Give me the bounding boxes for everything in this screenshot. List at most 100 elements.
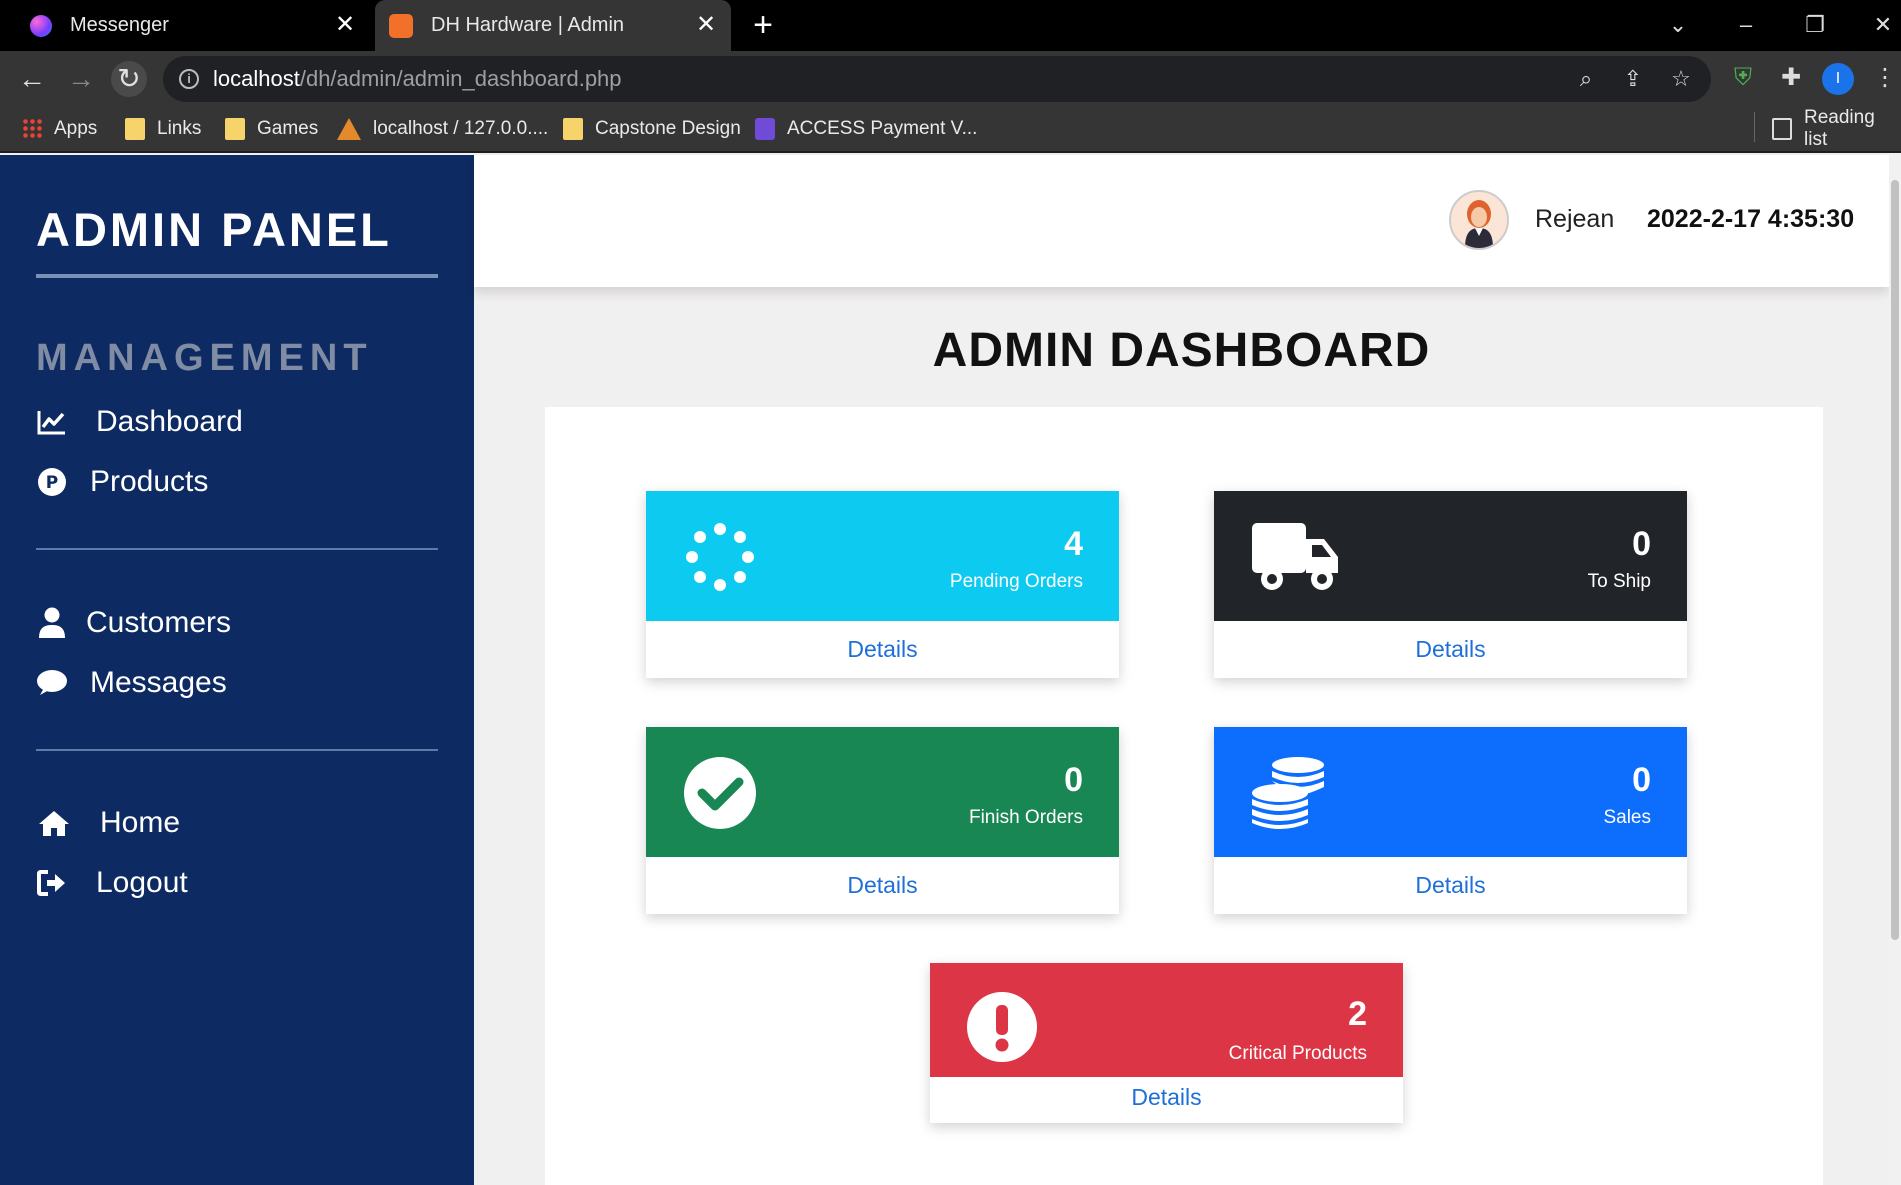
sidebar-item-customers[interactable]: Customers [36, 601, 231, 645]
sidebar-item-label: Products [90, 465, 209, 498]
tab-title: DH Hardware | Admin [431, 14, 625, 36]
tab-search-icon[interactable]: ⌄ [1658, 8, 1698, 42]
card-count: 4 [1064, 525, 1083, 563]
folder-icon [125, 118, 145, 140]
xampp-icon [389, 13, 413, 38]
divider [36, 749, 438, 751]
sidebar-item-dashboard[interactable]: Dashboard [36, 400, 243, 444]
main-content: Rejean 2022-2-17 4:35:30 ADMIN DASHBOARD… [474, 155, 1901, 1185]
details-link[interactable]: Details [646, 857, 1119, 914]
shield-extension-icon[interactable]: ⛨ [1726, 61, 1760, 95]
minimize-icon[interactable]: – [1726, 8, 1766, 42]
details-link[interactable]: Details [1214, 857, 1687, 914]
username: Rejean [1535, 205, 1615, 233]
messenger-icon [30, 14, 52, 37]
sidebar-item-label: Dashboard [96, 405, 243, 438]
exclamation-circle-icon [967, 992, 1037, 1062]
sidebar-item-label: Customers [86, 606, 232, 639]
card-header: 4 Pending Orders [646, 491, 1119, 621]
truck-icon [1252, 523, 1338, 590]
card-label: To Ship [1587, 571, 1651, 592]
reading-list-icon [1772, 118, 1792, 140]
restore-icon[interactable]: ❐ [1795, 8, 1835, 42]
close-icon[interactable]: ✕ [693, 12, 719, 38]
folder-icon [225, 118, 245, 140]
sidebar-item-logout[interactable]: Logout [36, 861, 188, 905]
url-text[interactable]: localhost/dh/admin/admin_dashboard.php [213, 66, 622, 92]
card-label: Sales [1603, 807, 1651, 828]
card-count: 2 [1348, 995, 1367, 1033]
phpmyadmin-icon [337, 118, 361, 140]
sidebar-item-home[interactable]: Home [36, 801, 180, 845]
details-link[interactable]: Details [1214, 621, 1687, 678]
sidebar-item-products[interactable]: P Products [36, 460, 208, 504]
card-header: 2 Critical Products [930, 963, 1403, 1077]
bookmarks-separator [1754, 112, 1755, 142]
card-label: Finish Orders [968, 807, 1083, 828]
bookmark-capstone-design[interactable]: Capstone Design [563, 115, 741, 143]
reading-list-button[interactable]: Reading list [1772, 107, 1901, 150]
back-icon[interactable]: ← [14, 61, 50, 97]
page-scrollbar[interactable] [1889, 155, 1901, 1185]
bookmark-localhost[interactable]: localhost / 127.0.0.... [337, 115, 548, 143]
new-tab-button[interactable]: + [745, 8, 781, 44]
card-header: 0 Sales [1214, 727, 1687, 857]
card-to-ship: 0 To Ship Details [1214, 491, 1687, 678]
card-header: 0 Finish Orders [646, 727, 1119, 857]
forward-icon[interactable]: → [63, 61, 99, 97]
bookmark-apps[interactable]: Apps [22, 115, 97, 143]
extensions-puzzle-icon[interactable]: ✚ [1774, 61, 1808, 95]
card-sales: 0 Sales Details [1214, 727, 1687, 914]
card-header: 0 To Ship [1214, 491, 1687, 621]
site-info-icon[interactable]: i [179, 69, 199, 89]
top-bar: Rejean 2022-2-17 4:35:30 [474, 155, 1889, 287]
tab-dh-hardware[interactable]: DH Hardware | Admin ✕ [375, 0, 731, 51]
scrollbar-thumb[interactable] [1891, 180, 1899, 940]
bookmark-games[interactable]: Games [225, 115, 318, 143]
spinner-icon [686, 523, 754, 591]
menu-dots-icon[interactable]: ⋮ [1868, 61, 1901, 95]
svg-text:P: P [46, 473, 58, 493]
sign-out-icon [36, 867, 68, 899]
sidebar-item-label: Messages [90, 666, 227, 699]
tab-messenger[interactable]: Messenger ✕ [0, 0, 370, 51]
close-icon[interactable]: ✕ [332, 12, 358, 38]
window-close-icon[interactable]: ✕ [1863, 8, 1901, 42]
card-label: Pending Orders [949, 571, 1083, 592]
card-critical-products: 2 Critical Products Details [930, 963, 1403, 1123]
card-pending-orders: 4 Pending Orders Details [646, 491, 1119, 678]
product-p-icon: P [36, 466, 68, 498]
brand-title: ADMIN PANEL [36, 203, 392, 256]
section-label: MANAGEMENT [36, 337, 373, 379]
avatar[interactable] [1449, 190, 1509, 250]
chart-line-icon [36, 406, 68, 438]
list-icon [755, 118, 775, 140]
zoom-icon[interactable]: ⌕ [1571, 64, 1601, 94]
details-link[interactable]: Details [646, 621, 1119, 678]
divider [36, 548, 438, 550]
details-link[interactable]: Details [930, 1077, 1403, 1123]
browser-toolbar: ← → ↻ i localhost/dh/admin/admin_dashboa… [0, 51, 1901, 106]
sidebar-item-label: Home [100, 806, 181, 839]
apps-grid-icon [22, 118, 42, 140]
address-bar[interactable]: i localhost/dh/admin/admin_dashboard.php… [163, 56, 1711, 102]
bookmark-links[interactable]: Links [125, 115, 201, 143]
folder-icon [563, 118, 583, 140]
card-count: 0 [1632, 525, 1651, 563]
card-finish-orders: 0 Finish Orders Details [646, 727, 1119, 914]
comment-icon [36, 667, 68, 699]
bookmark-access-payment[interactable]: ACCESS Payment V... [755, 115, 977, 143]
page-title: ADMIN DASHBOARD [932, 324, 1431, 377]
datetime: 2022-2-17 4:35:30 [1647, 205, 1855, 233]
tab-title: Messenger [70, 14, 169, 36]
sidebar-item-messages[interactable]: Messages [36, 661, 227, 705]
divider [36, 274, 438, 278]
coins-icon [1252, 757, 1324, 829]
card-label: Critical Products [1228, 1043, 1367, 1064]
share-icon[interactable]: ⇪ [1618, 64, 1648, 94]
bookmark-star-icon[interactable]: ☆ [1666, 64, 1696, 94]
reload-icon[interactable]: ↻ [111, 61, 147, 97]
browser-tab-strip: Messenger ✕ DH Hardware | Admin ✕ + ⌄ – … [0, 0, 1901, 51]
user-icon [36, 607, 68, 639]
profile-avatar[interactable]: I [1822, 63, 1854, 95]
